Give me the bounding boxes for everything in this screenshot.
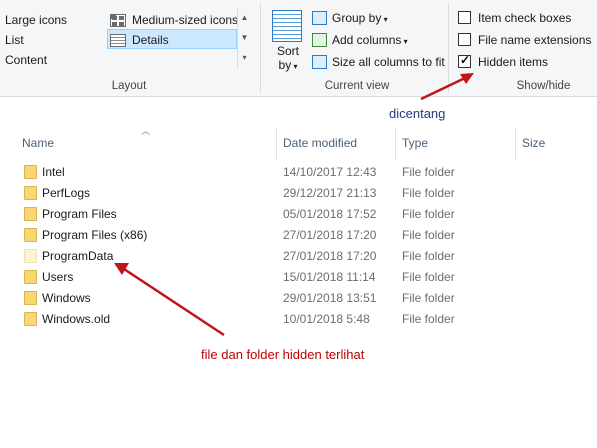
- file-type: File folder: [402, 249, 455, 263]
- file-row[interactable]: Users 15/01/2018 11:14 File folder: [24, 267, 494, 288]
- file-type: File folder: [402, 228, 455, 242]
- file-name: ProgramData: [42, 249, 114, 263]
- column-divider[interactable]: [395, 128, 396, 160]
- folder-icon: [24, 165, 37, 179]
- file-row[interactable]: Windows 29/01/2018 13:51 File folder: [24, 288, 494, 309]
- folder-icon: [24, 228, 37, 242]
- file-type: File folder: [402, 165, 455, 179]
- file-type: File folder: [402, 186, 455, 200]
- file-name: Program Files (x86): [42, 228, 148, 242]
- file-date: 27/01/2018 17:20: [283, 228, 377, 242]
- file-type: File folder: [402, 291, 455, 305]
- file-type: File folder: [402, 270, 455, 284]
- file-date: 27/01/2018 17:20: [283, 249, 377, 263]
- file-row[interactable]: Program Files 05/01/2018 17:52 File fold…: [24, 204, 494, 225]
- file-row[interactable]: PerfLogs 29/12/2017 21:13 File folder: [24, 183, 494, 204]
- column-header-size[interactable]: Size: [522, 136, 545, 150]
- file-name: PerfLogs: [42, 186, 91, 200]
- column-divider[interactable]: [276, 128, 277, 160]
- file-row[interactable]: Intel 14/10/2017 12:43 File folder: [24, 162, 494, 183]
- file-date: 10/01/2018 5:48: [283, 312, 370, 326]
- file-date: 29/12/2017 21:13: [283, 186, 377, 200]
- arrow-to-hidden-items: [420, 76, 466, 101]
- folder-icon: [24, 291, 37, 305]
- file-date: 29/01/2018 13:51: [283, 291, 377, 305]
- column-header-type[interactable]: Type: [402, 136, 428, 150]
- file-name: Windows: [42, 291, 91, 305]
- column-header-name[interactable]: Name: [22, 136, 54, 150]
- file-name: Users: [42, 270, 74, 284]
- folder-icon: [24, 312, 37, 326]
- folder-icon: [24, 207, 37, 221]
- file-name: Intel: [42, 165, 65, 179]
- folder-icon: [24, 186, 37, 200]
- folder-icon: [24, 270, 37, 284]
- file-date: 14/10/2017 12:43: [283, 165, 377, 179]
- file-date: 05/01/2018 17:52: [283, 207, 377, 221]
- file-name: Windows.old: [42, 312, 111, 326]
- file-row-hidden[interactable]: ProgramData 27/01/2018 17:20 File folder: [24, 246, 494, 267]
- hidden-folder-icon: [24, 249, 37, 263]
- file-row[interactable]: Program Files (x86) 27/01/2018 17:20 Fil…: [24, 225, 494, 246]
- column-divider[interactable]: [515, 128, 516, 160]
- file-date: 15/01/2018 11:14: [283, 270, 376, 284]
- file-type: File folder: [402, 312, 455, 326]
- sort-ascending-icon: ︿: [141, 126, 151, 136]
- file-name: Program Files: [42, 207, 117, 221]
- file-row[interactable]: Windows.old 10/01/2018 5:48 File folder: [24, 309, 494, 330]
- file-type: File folder: [402, 207, 455, 221]
- column-header-date-modified[interactable]: Date modified: [283, 136, 357, 150]
